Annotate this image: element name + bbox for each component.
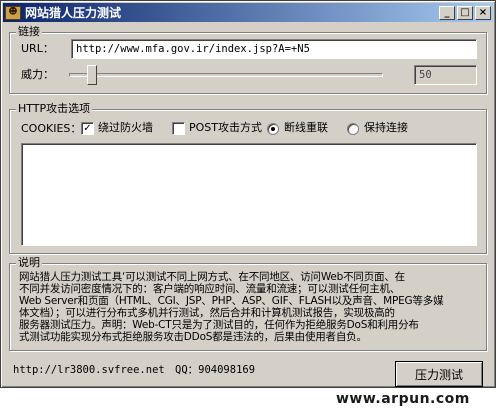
description-text: 网站猎人压力测试工具‘可以测试不同上网方式、在不同地区、访问Web不同页面、在 … [19,271,479,343]
http-log-textarea[interactable] [21,143,477,246]
bypass-firewall-checkbox[interactable]: ✓ [81,122,94,135]
description-line: Web Server和页面（HTML、CGI、JSP、PHP、ASP、GIF、F… [19,295,444,307]
start-test-button[interactable]: 压力测试 [395,361,483,387]
bypass-firewall-label[interactable]: 绕过防火墙 [98,121,153,135]
reconnect-label[interactable]: 断线重联 [284,121,328,135]
description-line: 网站猎人压力测试工具‘可以测试不同上网方式、在不同地区、访问Web不同页面、在 [19,271,405,283]
reconnect-radio[interactable] [267,123,279,135]
power-slider-thumb[interactable] [87,65,98,85]
maximize-button[interactable]: □ [457,5,473,20]
minimize-button[interactable]: _ [439,5,455,20]
close-button[interactable]: × [475,5,491,20]
description-line: 式测试功能实现分布式拒绝服务攻击DDoS都是违法的，后果由使用者自负。 [19,331,367,343]
url-label: URL： [21,42,54,55]
power-value-field: 50 [414,65,477,85]
url-input[interactable]: http://www.mfa.gov.ir/index.jsp?A=+N5 [71,39,477,59]
description-title: 说明 [16,256,42,270]
description-line: 服务器测试压力。声明：Web-CT只是为了测试目的，任何作为拒绝服务DoS和利用… [19,319,419,331]
description-line: 体文档）；可以进行分布式多机并行测试，然后合并和计算机测试报告，实现极高的 [19,307,395,319]
http-options-title: HTTP攻击选项 [16,102,93,116]
qq-contact: QQ：904098169 [175,364,256,376]
main-window: ☻ 网站猎人压力测试 _ □ × 链接 URL： http://www.mfa.… [0,0,496,388]
title-bar[interactable]: ☻ 网站猎人压力测试 _ □ × [3,3,493,22]
description-line: 不同并发访问密度情况下的：客户端的响应时间、流量和流速；可以测试任何主机、 [19,283,401,295]
keep-alive-label[interactable]: 保持连接 [364,121,408,135]
post-attack-label[interactable]: POST攻击方式 [189,121,262,135]
post-attack-checkbox[interactable] [172,122,185,135]
hunter-app-icon[interactable]: ☻ [5,5,21,20]
link-group-title: 链接 [16,25,42,39]
power-slider-track[interactable] [69,73,383,77]
homepage-link[interactable]: http://lr3800.svfree.net [13,363,165,377]
site-watermark: www.arpun.com [336,391,470,407]
power-label: 威力： [21,68,54,81]
window-title: 网站猎人压力测试 [25,6,122,20]
cookies-label: COOKIES： [21,122,82,135]
keep-alive-radio[interactable] [347,123,359,135]
